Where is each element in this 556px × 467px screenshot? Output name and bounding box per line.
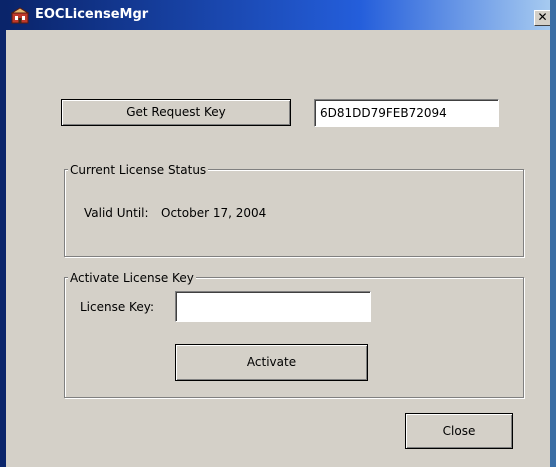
license-key-label: License Key: bbox=[80, 300, 154, 314]
title-bar[interactable]: EOCLicenseMgr ✕ bbox=[6, 0, 550, 30]
close-button[interactable]: Close bbox=[405, 413, 513, 449]
request-key-field[interactable]: 6D81DD79FEB72094 bbox=[314, 99, 499, 127]
close-button-label: Close bbox=[442, 424, 476, 438]
license-manager-icon bbox=[10, 7, 30, 24]
request-key-value: 6D81DD79FEB72094 bbox=[320, 106, 447, 120]
license-key-input[interactable] bbox=[175, 291, 371, 322]
activate-button[interactable]: Activate bbox=[175, 344, 368, 381]
valid-until-label: Valid Until: bbox=[84, 206, 149, 220]
activate-button-label: Activate bbox=[246, 355, 297, 369]
window-title: EOCLicenseMgr bbox=[35, 7, 149, 22]
license-manager-window: EOCLicenseMgr ✕ Get Request Key 6D81DD79… bbox=[0, 0, 556, 467]
close-window-button[interactable]: ✕ bbox=[534, 10, 550, 26]
current-license-status-legend: Current License Status bbox=[68, 163, 209, 177]
activate-license-key-legend: Activate License Key bbox=[68, 271, 196, 285]
get-request-key-label: Get Request Key bbox=[126, 105, 226, 119]
get-request-key-button[interactable]: Get Request Key bbox=[61, 99, 291, 126]
close-icon: ✕ bbox=[537, 10, 548, 24]
valid-until-date: October 17, 2004 bbox=[161, 206, 267, 220]
